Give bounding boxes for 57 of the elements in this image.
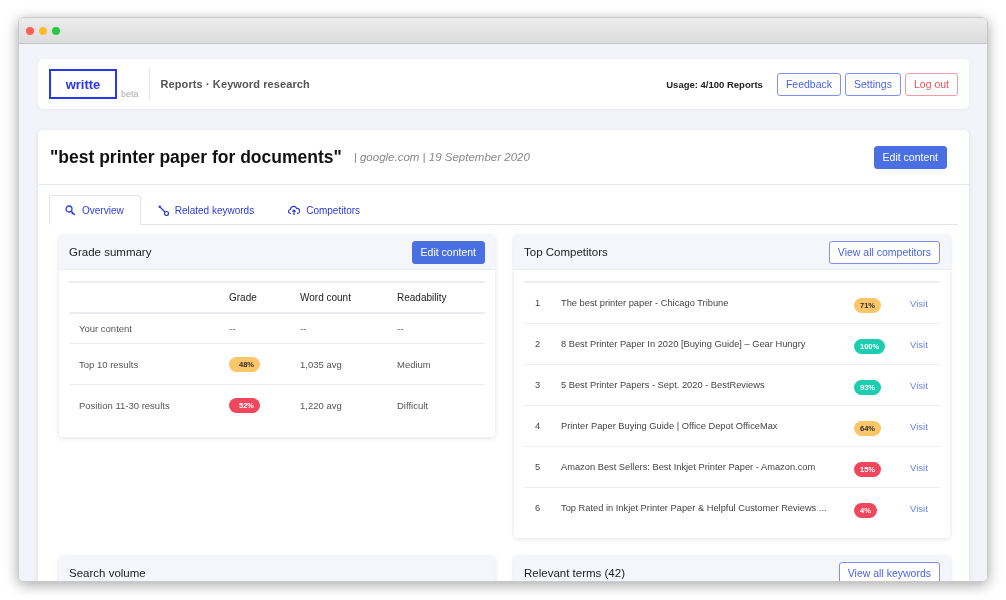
column-header: Readability [397, 292, 448, 303]
header-button[interactable]: Feedback [776, 72, 841, 96]
competitor-title: Printer Paper Buying Guide | Office Depot OfficeMax [561, 421, 779, 431]
window-close-button[interactable] [26, 26, 34, 35]
tab[interactable]: Related keywords [140, 195, 272, 225]
visit-link[interactable]: Visit [910, 338, 940, 350]
visit-link[interactable]: Visit [910, 297, 940, 309]
competitor-title: The best printer paper - Chicago Tribune [561, 298, 730, 308]
row-label: Position 11-30 results [78, 399, 171, 411]
view-all-competitors-button[interactable]: View all competitors [828, 240, 940, 264]
tab[interactable]: Competitors [271, 195, 378, 225]
link-icon [157, 205, 169, 216]
table-cell-text: 1,035 avg [300, 358, 343, 370]
cloud-icon [288, 205, 301, 216]
rank-number: 6 [534, 503, 542, 513]
panel-title: Grade summary [69, 246, 152, 258]
competitor-title: 8 Best Printer Paper In 2020 [Buying Guide] – Gear Hungry [561, 339, 807, 349]
panel-title: Relevant terms (42) [524, 567, 625, 579]
table-cell-text: Medium [397, 358, 432, 370]
header-button[interactable]: Settings [845, 72, 901, 96]
tab[interactable]: Overview [49, 195, 141, 225]
panel-title: Search volume [69, 567, 146, 579]
search-icon [65, 204, 76, 216]
visit-link[interactable]: Visit [910, 379, 940, 391]
table-cell-text: -- [300, 323, 308, 334]
row-label: Your content [78, 323, 133, 334]
logo[interactable]: writte [49, 69, 117, 99]
rank-number: 3 [534, 380, 542, 390]
rank-number: 4 [534, 421, 542, 431]
edit-content-button[interactable]: Edit content [411, 240, 485, 264]
panel-title: Top Competitors [524, 246, 608, 258]
window-zoom-button[interactable] [52, 26, 60, 35]
competitor-title: Amazon Best Sellers: Best Inkjet Printer Paper - Amazon.com [561, 462, 817, 472]
usage-text: Usage: 4/100 Reports [666, 78, 763, 90]
column-header: Word count [300, 292, 352, 303]
competitor-title: Top Rated in Inkjet Printer Paper & Helpful Customer Reviews ... [561, 503, 828, 513]
row-label: Top 10 results [78, 358, 140, 370]
view-all-keywords-button[interactable]: View all keywords [838, 561, 940, 581]
table-cell-text: -- [397, 323, 405, 334]
table-cell-text: -- [229, 323, 237, 334]
beta-label: beta [121, 89, 139, 99]
column-header: Grade [229, 292, 258, 303]
keyword-title: "best printer paper for documents" [50, 146, 342, 168]
report-meta: | google.com | 19 September 2020 [353, 151, 530, 163]
rank-number: 5 [534, 462, 542, 472]
rank-number: 2 [534, 339, 542, 349]
table-cell-text: Difficult [397, 399, 429, 411]
window-minimize-button[interactable] [39, 26, 47, 35]
table-cell-text: 1,220 avg [300, 399, 343, 411]
edit-content-button[interactable]: Edit content [873, 145, 947, 169]
visit-link[interactable]: Visit [910, 420, 940, 432]
competitor-title: 5 Best Printer Papers - Sept. 2020 - BestReviews [561, 380, 766, 390]
header-button[interactable]: Log out [904, 72, 958, 96]
visit-link[interactable]: Visit [910, 502, 940, 514]
visit-link[interactable]: Visit [910, 461, 940, 473]
breadcrumb: Reports · Keyword research [160, 78, 310, 90]
rank-number: 1 [534, 298, 542, 308]
